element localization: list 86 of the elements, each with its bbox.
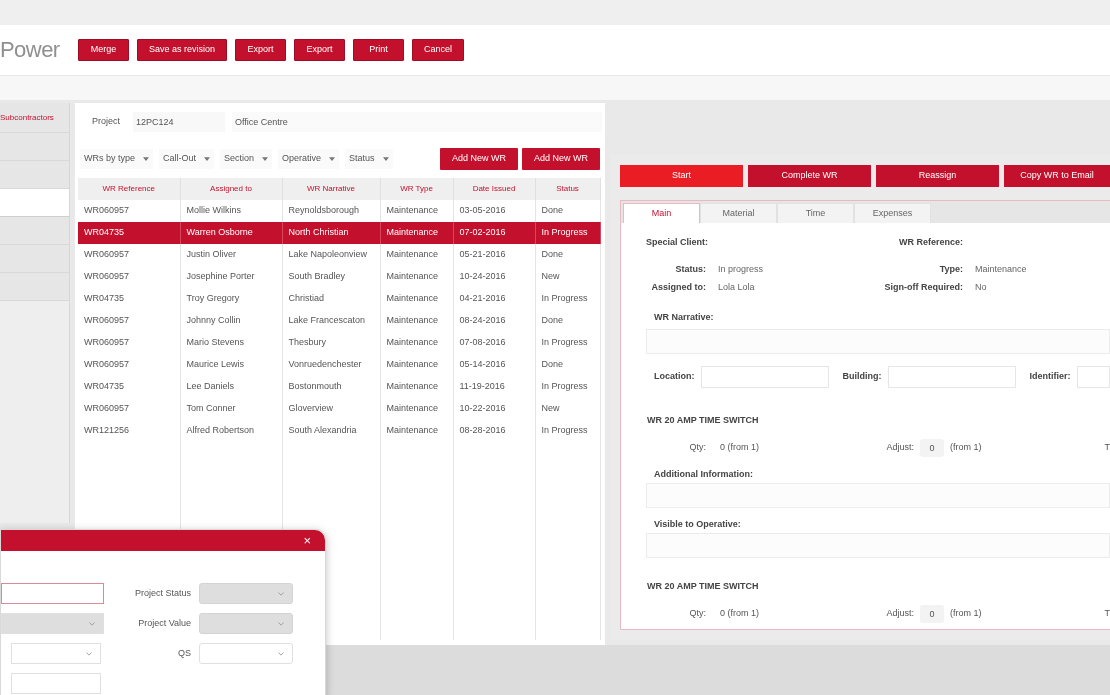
tab[interactable]: Main (623, 203, 700, 223)
filter-dropdown[interactable]: Status (345, 149, 393, 169)
field-label: WR Narrative: (653, 311, 715, 323)
caret-icon (262, 157, 269, 161)
table-cell: 08-28-2016 (453, 420, 535, 442)
select-field[interactable] (11, 643, 101, 664)
project-name-field[interactable]: Office Centre (232, 112, 602, 132)
add-wr-button[interactable]: Add New WR (522, 148, 600, 170)
field-value: In progress (718, 263, 765, 275)
field-value: No (975, 281, 988, 293)
field-label: Type: (938, 263, 963, 275)
table-row[interactable]: WR04735 Warren Osborne North Christian Maintenance 07-02-2016 In Progress (78, 222, 600, 244)
caret-icon (204, 157, 211, 161)
adjust-from-text: (from 1) (950, 607, 982, 621)
input-field[interactable] (1, 583, 104, 604)
qty-value: 0 (from 1) (720, 441, 760, 455)
tab[interactable]: Material (700, 203, 777, 223)
field-label: Additional Information: (653, 468, 754, 480)
field-value: Lola Lola (718, 281, 756, 293)
action-button[interactable]: Reassign (876, 165, 999, 187)
toolbar-button[interactable]: Export (294, 39, 346, 61)
table-cell: Alfred Robertson (180, 420, 282, 442)
sidebar-item[interactable] (0, 273, 69, 301)
table-cell: In Progress (535, 420, 600, 442)
chevron-down-icon (278, 621, 284, 626)
field-label: WR Reference: (898, 236, 963, 248)
filter-dropdown[interactable]: Operative (278, 149, 340, 169)
field-label: Sign-off Required: (883, 281, 963, 293)
table-cell: WR121256 (78, 420, 180, 442)
field-label: Identifier: (1029, 370, 1071, 384)
filter-dropdown[interactable]: Call-Out (159, 149, 215, 169)
toolbar-button[interactable]: Save as revision (137, 39, 228, 61)
table-row[interactable]: WR060957 Mollie Wilkins Reynoldsborough Maintenance 03-05-2016 Done (78, 200, 600, 222)
toolbar-button[interactable]: Merge (78, 39, 129, 61)
action-button[interactable]: Complete WR (748, 165, 871, 187)
caret-icon (382, 157, 389, 161)
sidebar-item[interactable] (0, 189, 69, 217)
table-cell: Maintenance (380, 420, 453, 442)
chevron-down-icon (86, 651, 92, 656)
column-label: T (1104, 441, 1110, 455)
field-label: Visible to Operative: (653, 518, 742, 530)
adjust-label: Adjust: (885, 441, 914, 455)
qty-label: Qty: (688, 441, 706, 455)
adjust-label: Adjust: (885, 607, 914, 621)
column-label: T (1104, 607, 1110, 621)
qty-label: Qty: (688, 607, 706, 621)
caret-icon (329, 157, 336, 161)
add-wr-button[interactable]: Add New WR (440, 148, 518, 170)
field-label: QS (177, 646, 191, 660)
field-label: Project Status (133, 586, 191, 600)
chevron-down-icon (278, 591, 284, 596)
field-value: Maintenance (975, 263, 1028, 275)
toolbar-button[interactable]: Export (235, 39, 287, 61)
field-label: Project Value (137, 616, 191, 630)
field-label: Assigned to: (650, 281, 706, 293)
field-label: Status: (674, 263, 706, 275)
table-row[interactable]: WR060957 Justin Oliver Lake Napoleonview Maintenance 05-21-2016 Done (78, 244, 600, 266)
project-label: Project (91, 115, 121, 129)
toolbar-button[interactable]: Cancel (412, 39, 465, 61)
section-title: WR 20 AMP TIME SWITCH (646, 580, 760, 592)
section-title: WR 20 AMP TIME SWITCH (646, 414, 760, 426)
adjust-spinbox[interactable]: 0 (920, 439, 944, 457)
sidebar-item[interactable] (0, 217, 69, 245)
chevron-down-icon (278, 651, 284, 656)
select-field[interactable] (199, 643, 293, 664)
action-button[interactable]: Copy WR to Email (1004, 165, 1110, 187)
project-code-field[interactable]: 12PC124 (133, 112, 225, 132)
sidebar-item[interactable] (0, 161, 69, 189)
sidebar-item[interactable]: Subcontractors (0, 103, 69, 133)
field-label: Location: (654, 370, 695, 384)
field-label: Special Client: (646, 236, 709, 248)
filter-dropdown[interactable]: WRs by type (80, 149, 153, 169)
field-label: Building: (842, 370, 882, 384)
action-button[interactable]: Start (620, 165, 743, 187)
adjust-from-text: (from 1) (950, 441, 982, 455)
table-cell: South Alexandria (282, 420, 380, 442)
close-button[interactable]: × (303, 534, 311, 547)
qty-value: 0 (from 1) (720, 607, 760, 621)
chevron-down-icon (89, 621, 95, 626)
tab[interactable]: Expenses (854, 203, 931, 223)
app-logo: Power (0, 39, 61, 61)
tab[interactable]: Time (777, 203, 854, 223)
adjust-spinbox[interactable]: 0 (920, 605, 944, 623)
toolbar-button[interactable]: Print (353, 39, 405, 61)
filter-dropdown[interactable]: Section (220, 149, 273, 169)
caret-icon (143, 157, 149, 161)
